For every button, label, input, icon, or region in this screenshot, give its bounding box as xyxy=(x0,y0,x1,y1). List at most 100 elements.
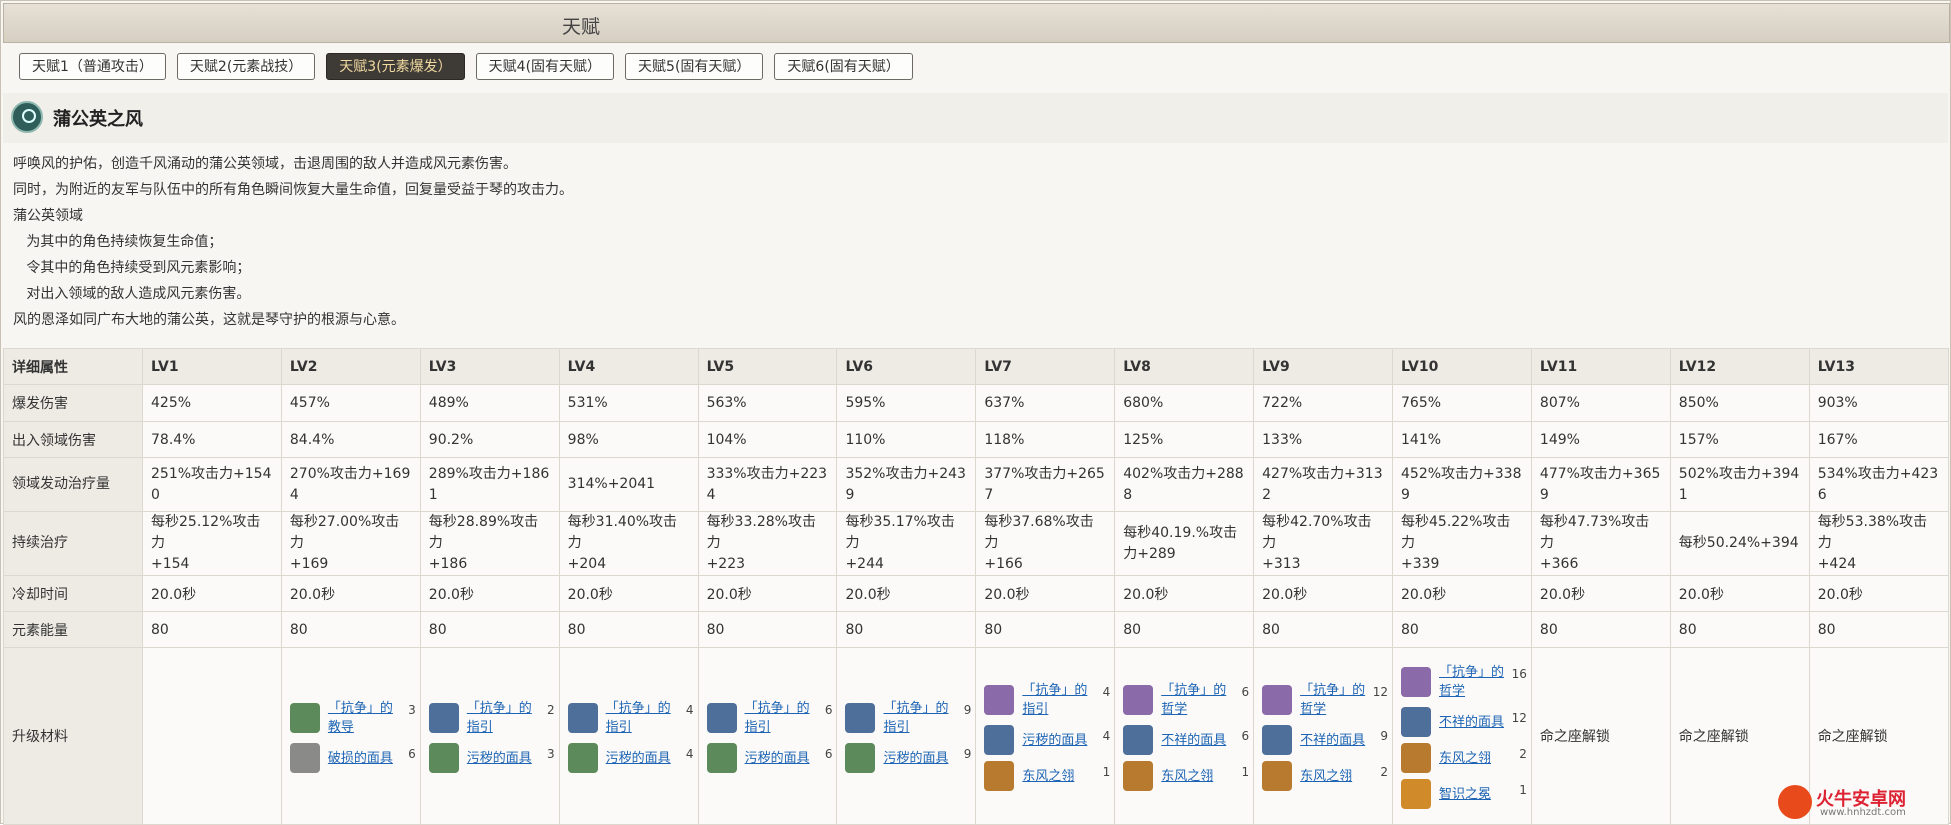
talent-tabs: 天赋1（普通攻击） 天赋2(元素战技） 天赋3(元素爆发） 天赋4(固有天赋） 天赋5(… xyxy=(19,53,924,80)
material-link[interactable]: 污秽的面具 xyxy=(745,749,813,768)
material-link[interactable]: 污秽的面具 xyxy=(606,749,674,768)
material-icon xyxy=(984,761,1015,791)
material-link[interactable]: 东风之翎 xyxy=(1022,767,1090,786)
material-count: 4 xyxy=(685,703,694,717)
table-cell: 98% xyxy=(558,421,699,458)
table-cell: 80 xyxy=(280,611,421,648)
row-label: 领域发动治疗量 xyxy=(3,457,143,512)
table-cell: 每秒33.28%攻击力 +223 xyxy=(697,511,838,576)
material-link[interactable]: 东风之翎 xyxy=(1161,767,1229,786)
skill-header: 蒲公英之风 xyxy=(3,93,1948,143)
table-cell: 20.0秒 xyxy=(280,575,421,612)
table-cell: 333%攻击力+223 4 xyxy=(697,457,838,512)
header-level: LV10 xyxy=(1392,348,1532,385)
table-cell: 104% xyxy=(697,421,838,458)
material-cell: 「抗争」的指引 2 污秽的面具 3 xyxy=(419,647,560,825)
material-link[interactable]: 东风之翎 xyxy=(1300,767,1368,786)
material-link[interactable]: 智识之冕 xyxy=(1439,785,1507,804)
header-level: LV4 xyxy=(558,348,699,385)
material-link[interactable]: 污秽的面具 xyxy=(1022,731,1090,750)
table-cell: 489% xyxy=(419,384,560,422)
material-link[interactable]: 「抗争」的哲学 xyxy=(1300,681,1368,719)
material-count: 4 xyxy=(685,747,694,761)
tab-talent-6[interactable]: 天赋6(固有天赋） xyxy=(774,53,913,80)
material-count: 12 xyxy=(1511,711,1527,725)
material-count: 12 xyxy=(1372,685,1389,699)
material-count: 9 xyxy=(963,747,972,761)
material-count: 6 xyxy=(1241,685,1250,699)
header-level: LV11 xyxy=(1530,348,1671,385)
table-cell: 20.0秒 xyxy=(836,575,977,612)
tab-talent-2[interactable]: 天赋2(元素战技） xyxy=(176,53,316,80)
material-link[interactable]: 「抗争」的哲学 xyxy=(1439,663,1507,701)
table-cell: 命之座解锁 xyxy=(1530,647,1671,825)
tab-talent-4[interactable]: 天赋4(固有天赋） xyxy=(475,53,615,80)
table-cell: 289%攻击力+186 1 xyxy=(419,457,560,512)
panel-titlebar: 天赋 xyxy=(3,3,1950,43)
tab-talent-5[interactable]: 天赋5(固有天赋） xyxy=(625,53,764,80)
table-cell: 167% xyxy=(1808,421,1949,458)
header-level: LV3 xyxy=(419,348,560,385)
material-link[interactable]: 「抗争」的指引 xyxy=(745,699,813,737)
material-count: 1 xyxy=(1519,783,1527,797)
material-item: 污秽的面具 4 xyxy=(567,743,694,773)
material-link[interactable]: 不祥的面具 xyxy=(1439,713,1507,732)
table-cell: 80 xyxy=(836,611,977,648)
table-cell: 20.0秒 xyxy=(558,575,699,612)
material-item: 「抗争」的指引 2 xyxy=(428,699,555,737)
material-item: 污秽的面具 3 xyxy=(428,743,555,773)
material-icon xyxy=(706,743,737,773)
table-cell: 80 xyxy=(697,611,838,648)
table-cell: 80 xyxy=(558,611,699,648)
material-link[interactable]: 「抗争」的指引 xyxy=(883,699,951,737)
material-cell: 「抗争」的哲学 16 不祥的面具 12 东风之翎 2 智识之冕 1 xyxy=(1392,647,1532,825)
table-cell: 每秒42.70%攻击力 +313 xyxy=(1253,511,1394,576)
material-link[interactable]: 「抗争」的指引 xyxy=(467,699,535,737)
table-row: 领域发动治疗量 251%攻击力+154 0 270%攻击力+169 4 289%攻击力… xyxy=(3,457,1949,512)
material-item: 「抗争」的指引 4 xyxy=(567,699,694,737)
material-link[interactable]: 「抗争」的指引 xyxy=(606,699,674,737)
material-list: 「抗争」的哲学 12 不祥的面具 9 东风之翎 2 xyxy=(1262,681,1388,791)
material-icon xyxy=(289,743,320,773)
material-item: 「抗争」的哲学 12 xyxy=(1262,681,1388,719)
tab-talent-1[interactable]: 天赋1（普通攻击） xyxy=(19,53,166,80)
material-link[interactable]: 东风之翎 xyxy=(1439,749,1507,768)
material-link[interactable]: 「抗争」的哲学 xyxy=(1161,681,1229,719)
description-line: 呼唤风的护佑，创造千风涌动的蒲公英领域，击退周围的敌人并造成风元素伤害。 xyxy=(13,156,517,172)
table-cell: 20.0秒 xyxy=(1530,575,1671,612)
description-line: 同时，为附近的友军与队伍中的所有角色瞬间恢复大量生命值，回复量受益于琴的攻击力。 xyxy=(13,182,573,198)
material-link[interactable]: 不祥的面具 xyxy=(1300,731,1368,750)
description-line: 风的恩泽如同广布大地的蒲公英，这就是琴守护的根源与心意。 xyxy=(13,312,405,328)
material-link[interactable]: 污秽的面具 xyxy=(467,749,535,768)
material-link[interactable]: 破损的面具 xyxy=(328,749,396,768)
material-icon xyxy=(289,703,320,733)
header-level: LV1 xyxy=(142,348,282,385)
table-cell: 20.0秒 xyxy=(1114,575,1255,612)
table-cell: 637% xyxy=(975,384,1116,422)
material-item: 东风之翎 2 xyxy=(1262,761,1388,791)
header-attribute: 详细属性 xyxy=(3,348,143,385)
material-item: 「抗争」的指引 9 xyxy=(845,699,971,737)
material-link[interactable]: 「抗争」的教导 xyxy=(328,699,396,737)
table-cell: 457% xyxy=(280,384,421,422)
material-item: 污秽的面具 6 xyxy=(706,743,832,773)
material-count: 1 xyxy=(1241,765,1250,779)
material-link[interactable]: 污秽的面具 xyxy=(883,749,951,768)
table-cell: 每秒35.17%攻击力 +244 xyxy=(836,511,977,576)
table-cell: 110% xyxy=(836,421,977,458)
material-link[interactable]: 不祥的面具 xyxy=(1161,731,1229,750)
table-cell: 80 xyxy=(1669,611,1810,648)
tab-talent-3[interactable]: 天赋3(元素爆发） xyxy=(326,53,465,80)
material-icon xyxy=(1401,779,1432,809)
table-cell: 20.0秒 xyxy=(1808,575,1949,612)
material-link[interactable]: 「抗争」的指引 xyxy=(1022,681,1090,719)
material-item: 污秽的面具 4 xyxy=(984,725,1110,755)
table-cell: 80 xyxy=(1808,611,1949,648)
header-level: LV5 xyxy=(697,348,838,385)
row-label: 冷却时间 xyxy=(3,575,143,612)
table-cell: 每秒53.38%攻击力 +424 xyxy=(1808,511,1949,576)
material-item: 智识之冕 1 xyxy=(1401,779,1527,809)
talent-level-table: 详细属性 LV1 LV2 LV3 LV4 LV5 LV6 LV7 LV8 LV9 LV10 LV11 L… xyxy=(3,348,1949,825)
material-icon xyxy=(845,743,876,773)
material-count: 3 xyxy=(547,747,555,761)
